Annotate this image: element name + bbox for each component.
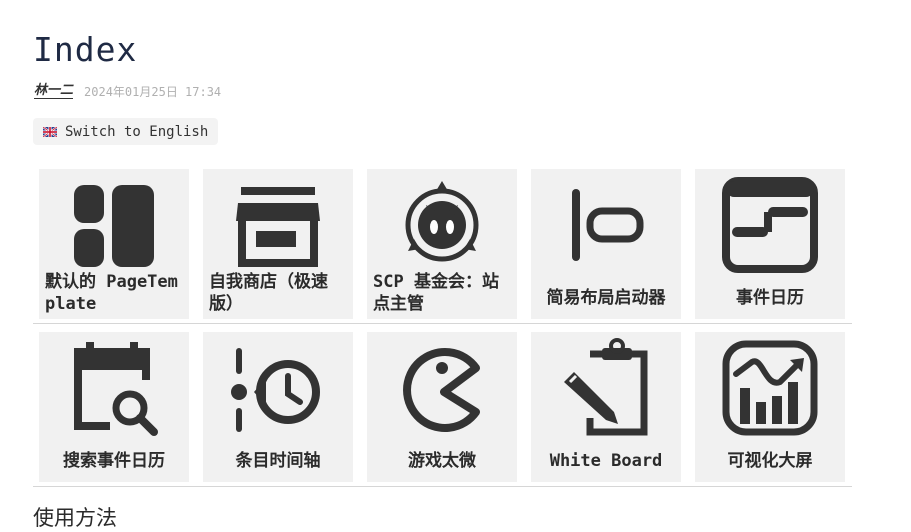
tile-label: SCP 基金会：站点主管 (373, 272, 499, 314)
switch-language-button[interactable]: Switch to English (33, 118, 219, 145)
tile-label: 条目时间轴 (235, 451, 321, 471)
uk-flag-icon (43, 126, 57, 137)
post-meta: 林一二 2024年01月25日 17:34 (34, 83, 221, 100)
tile-layout-launcher[interactable]: 简易布局启动器 (531, 169, 681, 319)
tile-timeline[interactable]: 条目时间轴 (203, 332, 353, 482)
timeline-calendar-icon (722, 177, 818, 273)
tile-label: 搜索事件日历 (63, 451, 165, 471)
tile-label: 默认的 PageTemplate (45, 272, 178, 314)
tile-label: 自我商店（极速版） (209, 272, 328, 314)
tile-search-calendar[interactable]: 搜索事件日历 (39, 332, 189, 482)
timeline-clock-icon (231, 348, 320, 432)
tile-game[interactable]: 游戏太微 (367, 332, 517, 482)
clipboard-pencil-icon (564, 338, 648, 436)
calendar-search-icon (74, 342, 158, 436)
layout-panels-icon (74, 185, 154, 267)
tile-dashboard[interactable]: 可视化大屏 (695, 332, 845, 482)
post-date: 2024年01月25日 17:34 (84, 85, 222, 99)
pacman-icon (403, 348, 480, 432)
section-heading-usage: 使用方法 (33, 506, 117, 530)
tile-event-calendar[interactable]: 事件日历 (695, 169, 845, 319)
tile-label: White Board (549, 451, 663, 471)
switch-language-label: Switch to English (65, 123, 209, 140)
tile-label: 简易布局启动器 (546, 288, 666, 308)
align-left-icon (572, 189, 644, 261)
author-link[interactable]: 林一二 (34, 84, 74, 99)
tile-scp[interactable]: SCP 基金会：站点主管 (367, 169, 517, 319)
tile-label: 事件日历 (736, 288, 804, 308)
page-title: Index (33, 30, 138, 69)
app-grid-row-1: 默认的 PageTemplate 自我商店（极速版） SCP 基金会：站点主管 … (33, 168, 852, 324)
chart-dashboard-icon (722, 340, 818, 436)
store-icon (236, 187, 320, 267)
tile-label: 游戏太微 (408, 451, 476, 471)
app-grid-row-2: 搜索事件日历 条目时间轴 游戏太微 White Board 可视化大屏 (33, 331, 852, 487)
tile-page-template[interactable]: 默认的 PageTemplate (39, 169, 189, 319)
scp-logo-icon (405, 181, 479, 262)
tile-white-board[interactable]: White Board (531, 332, 681, 482)
tile-label: 可视化大屏 (727, 451, 813, 471)
tile-store[interactable]: 自我商店（极速版） (203, 169, 353, 319)
